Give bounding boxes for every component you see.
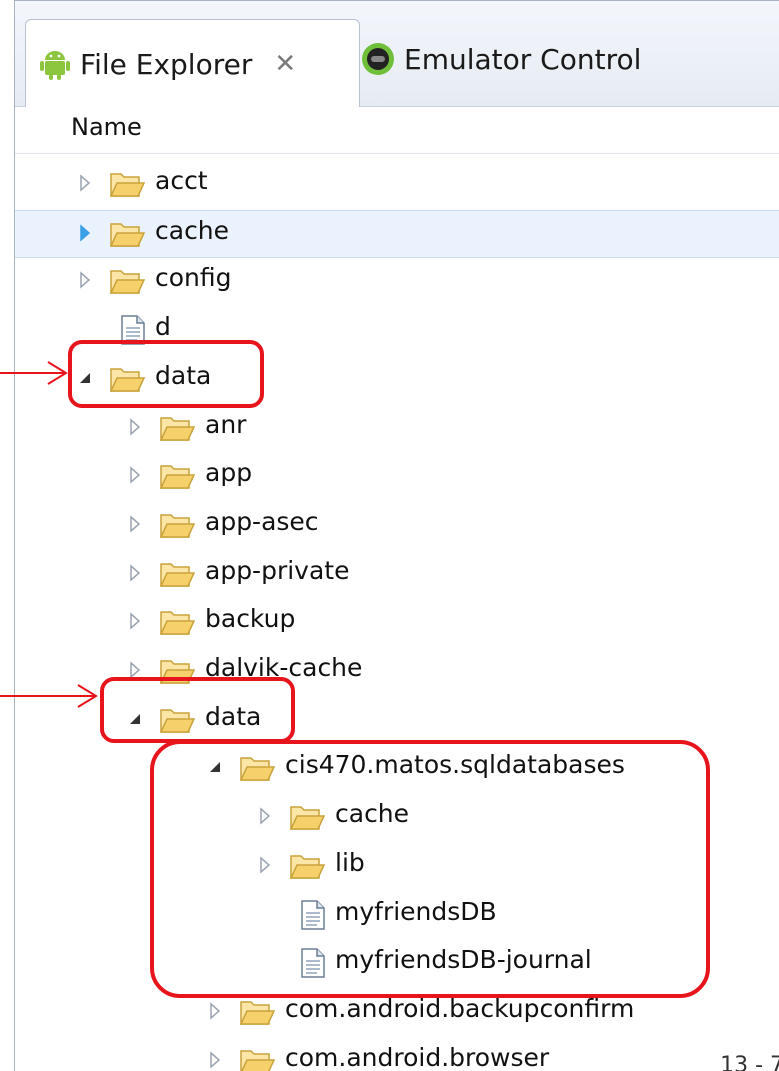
folder-icon: [159, 509, 196, 541]
close-tab-icon[interactable]: ✕: [274, 49, 296, 79]
tree-folder-row[interactable]: anr: [15, 405, 779, 451]
tree-item-label: app-private: [205, 555, 350, 585]
tree-item-label: app: [205, 458, 253, 488]
collapse-arrow-icon[interactable]: [205, 1048, 225, 1071]
tree-folder-row[interactable]: com.android.browser: [15, 1038, 779, 1071]
tree-item-label: backup: [205, 604, 296, 634]
collapse-arrow-icon[interactable]: [125, 463, 145, 487]
highlight-box-data: [68, 340, 264, 408]
tree-folder-row[interactable]: config: [15, 258, 779, 304]
tab-label: Emulator Control: [404, 42, 642, 76]
collapse-arrow-icon[interactable]: [125, 561, 145, 585]
tree-folder-row[interactable]: acct: [15, 161, 779, 207]
tree-folder-row[interactable]: app: [15, 453, 779, 499]
tree-item-label: anr: [205, 409, 247, 439]
tree-folder-row[interactable]: app-asec: [15, 502, 779, 548]
folder-icon: [109, 265, 146, 297]
tab-emulator-control[interactable]: Emulator Control: [360, 23, 641, 95]
tab-file-explorer[interactable]: File Explorer ✕: [25, 19, 360, 108]
collapse-arrow-icon[interactable]: [75, 221, 95, 245]
tab-label: File Explorer: [80, 47, 253, 81]
folder-icon: [159, 606, 196, 638]
collapse-arrow-icon[interactable]: [125, 415, 145, 439]
tree-item-label: acct: [155, 166, 208, 195]
tree-item-label: d: [155, 312, 171, 342]
emulator-icon: [360, 41, 396, 77]
tree-item-label: app-asec: [205, 506, 319, 536]
tree-folder-row[interactable]: cache: [15, 209, 779, 258]
folder-icon: [239, 996, 276, 1028]
folder-icon: [159, 558, 196, 590]
collapse-arrow-icon[interactable]: [125, 512, 145, 536]
column-header[interactable]: Name: [15, 107, 779, 154]
tab-bar: File Explorer ✕ Emulator Control: [15, 1, 779, 108]
tree-item-label: com.android.backupconfirm: [285, 993, 635, 1023]
pointer-arrow-icon: [0, 684, 98, 708]
pointer-arrow-icon: [0, 361, 68, 385]
collapse-arrow-icon[interactable]: [205, 999, 225, 1023]
highlight-box-app-db: [150, 740, 710, 998]
folder-icon: [109, 218, 146, 250]
folder-icon: [159, 460, 196, 492]
tree-item-label: com.android.browser: [285, 1042, 550, 1071]
page-number: 13 - 7: [720, 1053, 779, 1071]
tree-item-label: cache: [155, 215, 230, 245]
collapse-arrow-icon[interactable]: [125, 609, 145, 633]
tree-item-label: config: [155, 263, 232, 293]
android-icon: [38, 47, 72, 81]
tree-folder-row[interactable]: backup: [15, 599, 779, 645]
folder-icon: [109, 168, 146, 200]
collapse-arrow-icon[interactable]: [75, 171, 95, 195]
tree-folder-row[interactable]: app-private: [15, 551, 779, 597]
collapse-arrow-icon[interactable]: [75, 268, 95, 292]
name-column-header: Name: [71, 113, 142, 141]
highlight-box-data-inner: [100, 677, 295, 743]
folder-icon: [239, 1045, 276, 1071]
folder-icon: [159, 412, 196, 444]
